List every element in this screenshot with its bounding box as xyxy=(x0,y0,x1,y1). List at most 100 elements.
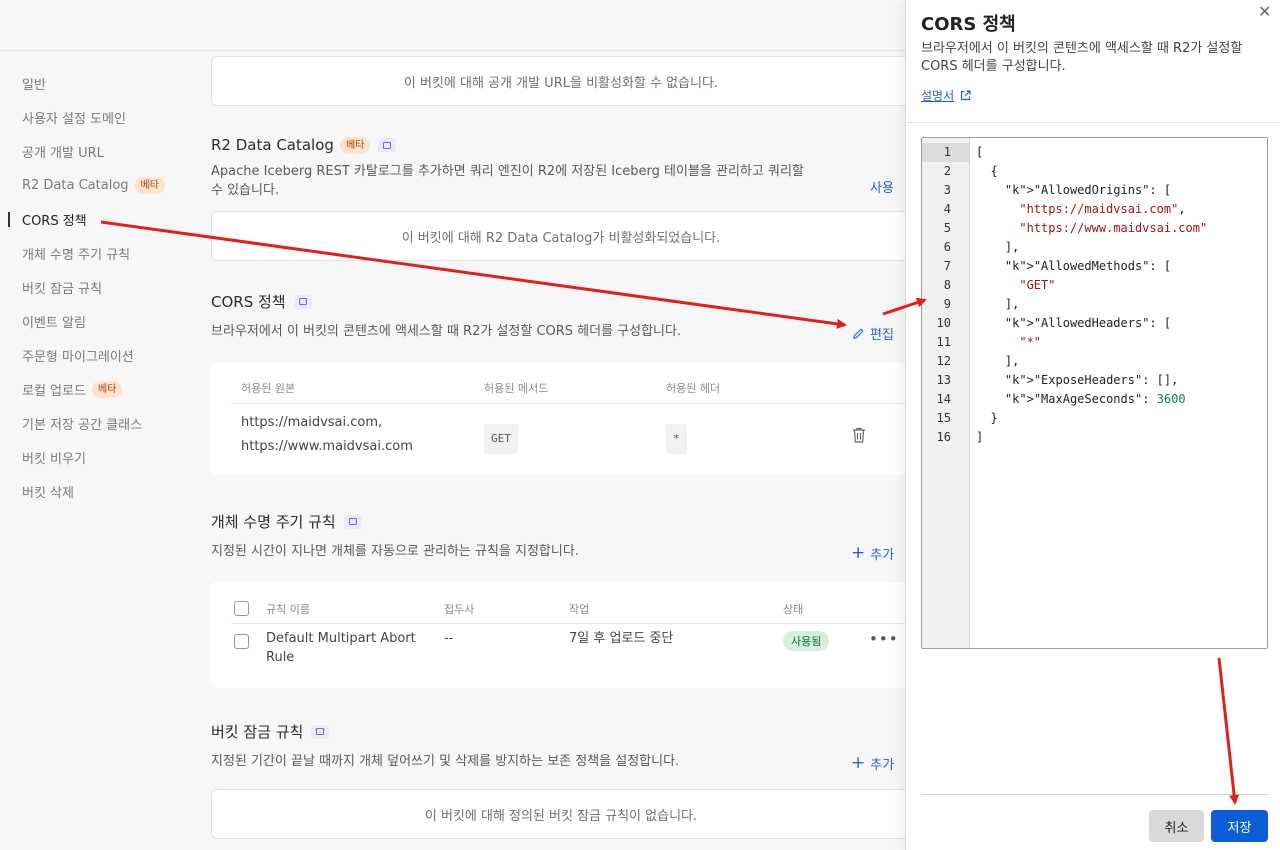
line-number: 13 xyxy=(936,373,951,387)
nav-item-label: 개체 수명 주기 규칙 xyxy=(22,247,131,263)
nav-item-empty-bucket[interactable]: 버킷 비우기 xyxy=(0,440,190,474)
nav-item-delete-bucket[interactable]: 버킷 삭제 xyxy=(0,474,190,508)
prefix-cell: -- xyxy=(444,631,454,646)
select-all-checkbox[interactable] xyxy=(234,601,249,616)
nav-item-storage-class[interactable]: 기본 저장 공간 클래스 xyxy=(0,406,190,440)
nav-item-label: 버킷 비우기 xyxy=(22,451,86,467)
nav-item-label: CORS 정책 xyxy=(22,213,87,229)
button-label: 추가 xyxy=(870,758,895,773)
code-line: "k">"MaxAgeSeconds": 3600 xyxy=(1004,392,1186,406)
more-actions-button[interactable]: ••• xyxy=(869,630,899,648)
drawer-divider xyxy=(906,122,1280,123)
beta-badge: 베타 xyxy=(91,380,123,398)
line-number: 9 xyxy=(943,297,951,311)
line-number: 1 xyxy=(943,145,951,159)
docs-icon[interactable] xyxy=(378,138,397,152)
nav-item-public-url[interactable]: 공개 개발 URL xyxy=(0,134,190,168)
line-number: 6 xyxy=(943,240,951,254)
allowed-methods-cell: GET xyxy=(484,424,518,454)
beta-badge: 베타 xyxy=(134,176,165,194)
save-button[interactable]: 저장 xyxy=(1211,810,1268,842)
nav-item-label: 이벤트 알림 xyxy=(22,315,86,331)
column-header: 작업 xyxy=(569,603,590,616)
nav-item-data-catalog[interactable]: R2 Data Catalog 베타 xyxy=(0,168,190,202)
add-lifecycle-rule-button[interactable]: + 추가 xyxy=(851,543,894,564)
catalog-section-title: R2 Data Catalog 베타 xyxy=(211,136,397,154)
plus-icon: + xyxy=(851,543,866,563)
code-line: [ xyxy=(976,145,984,159)
plus-icon: + xyxy=(851,753,866,773)
nav-item-label: 주문형 마이그레이션 xyxy=(22,349,134,365)
nav-item-migration[interactable]: 주문형 마이그레이션 xyxy=(0,338,190,372)
docs-icon[interactable] xyxy=(311,724,330,739)
main-content: 이 버킷에 대해 공개 개발 URL을 비활성화할 수 없습니다. R2 Dat… xyxy=(211,50,911,850)
line-number: 15 xyxy=(936,411,951,425)
code-line: } xyxy=(976,411,998,425)
lock-section-title: 버킷 잠금 규칙 xyxy=(211,721,330,742)
nav-item-general[interactable]: 일반 xyxy=(0,66,190,100)
nav-item-local-upload[interactable]: 로컬 업로드 베타 xyxy=(0,372,190,406)
nav-item-label: 로컬 업로드 xyxy=(22,383,86,399)
docs-icon[interactable] xyxy=(343,514,362,529)
public-url-empty-box: 이 버킷에 대해 공개 개발 URL을 비활성화할 수 없습니다. xyxy=(211,56,911,106)
nav-item-cors[interactable]: CORS 정책 xyxy=(0,202,190,236)
cors-section-title: CORS 정책 xyxy=(211,291,312,312)
enable-catalog-button[interactable]: 사용 xyxy=(870,177,894,196)
row-divider xyxy=(231,623,911,624)
line-number: 5 xyxy=(943,221,951,235)
column-header: 허용된 원본 xyxy=(241,382,296,395)
edit-cors-button[interactable]: 편집 xyxy=(852,324,894,343)
section-title-text: R2 Data Catalog xyxy=(211,136,334,154)
documentation-link[interactable]: 설명서 xyxy=(921,87,971,104)
lifecycle-section-title: 개체 수명 주기 규칙 xyxy=(211,511,362,532)
beta-badge: 베타 xyxy=(339,136,371,154)
link-label: 설명서 xyxy=(921,89,955,103)
lock-empty-box: 이 버킷에 대해 정의된 버킷 잠금 규칙이 없습니다. xyxy=(211,789,911,839)
nav-item-bucket-lock[interactable]: 버킷 잠금 규칙 xyxy=(0,270,190,304)
section-title-text: 개체 수명 주기 규칙 xyxy=(211,513,336,531)
nav-item-label: 일반 xyxy=(22,77,46,93)
empty-message: 이 버킷에 대해 공개 개발 URL을 비활성화할 수 없습니다. xyxy=(403,75,719,91)
code-line: ], xyxy=(976,354,1020,368)
allowed-origins-cell: https://maidvsai.com, https://www.maidvs… xyxy=(241,411,413,459)
code-line: "*" xyxy=(1019,335,1042,349)
trash-icon[interactable] xyxy=(852,427,866,443)
line-number: 11 xyxy=(936,335,951,349)
json-editor[interactable]: 1 2 3 4 5 6 7 8 9 10 11 12 13 14 15 16 [ { "k">"Allowed… xyxy=(921,137,1268,649)
empty-message: 이 버킷에 대해 정의된 버킷 잠금 규칙이 없습니다. xyxy=(424,808,698,824)
line-number: 2 xyxy=(943,164,951,178)
close-icon[interactable]: ✕ xyxy=(1258,2,1271,21)
code-line: { xyxy=(976,164,998,178)
action-cell: 7일 후 업로드 중단 xyxy=(569,631,674,646)
docs-icon[interactable] xyxy=(293,294,312,309)
button-label: 편집 xyxy=(870,328,894,343)
code-line: ], xyxy=(976,297,1020,311)
code-line: "k">"AllowedMethods": [ xyxy=(1004,259,1172,273)
pencil-icon xyxy=(853,328,864,339)
catalog-empty-box: 이 버킷에 대해 R2 Data Catalog가 비활성화되었습니다. xyxy=(211,211,911,261)
nav-item-label: 버킷 삭제 xyxy=(22,485,74,501)
method-chip: GET xyxy=(484,424,518,454)
lock-description: 지정된 기간이 끝날 때까지 개체 덮어쓰기 및 삭제를 방지하는 보존 정책을… xyxy=(211,754,680,769)
row-divider xyxy=(231,403,911,404)
lifecycle-description: 지정된 시간이 지나면 개체를 자동으로 관리하는 규칙을 지정합니다. xyxy=(211,544,579,559)
nav-item-label: R2 Data Catalog xyxy=(22,177,129,193)
cors-table: 허용된 원본 허용된 메서드 허용된 헤더 https://maidvsai.c… xyxy=(211,363,911,475)
code-line: ] xyxy=(976,430,984,444)
description-line: Apache Iceberg REST 카탈로그를 추가하면 쿼리 엔진이 R2… xyxy=(211,164,804,179)
line-number: 10 xyxy=(936,316,951,330)
row-checkbox[interactable] xyxy=(234,634,249,649)
code-area[interactable]: [ { "k">"AllowedOrigins": [ "https://mai… xyxy=(976,143,1207,447)
nav-item-custom-domain[interactable]: 사용자 설정 도메인 xyxy=(0,100,190,134)
section-title-text: CORS 정책 xyxy=(211,293,286,311)
nav-item-lifecycle[interactable]: 개체 수명 주기 규칙 xyxy=(0,236,190,270)
nav-item-event-notifications[interactable]: 이벤트 알림 xyxy=(0,304,190,338)
line-number: 8 xyxy=(943,278,951,292)
cors-edit-drawer: CORS 정책 ✕ 브라우저에서 이 버킷의 콘텐츠에 액세스할 때 R2가 설… xyxy=(905,0,1280,850)
add-lock-rule-button[interactable]: + 추가 xyxy=(851,753,895,774)
origin-value: https://maidvsai.com, xyxy=(241,415,383,430)
line-number: 3 xyxy=(943,183,951,197)
cancel-button[interactable]: 취소 xyxy=(1149,810,1204,842)
status-badge: 사용됨 xyxy=(783,631,830,651)
line-number: 7 xyxy=(943,259,951,273)
